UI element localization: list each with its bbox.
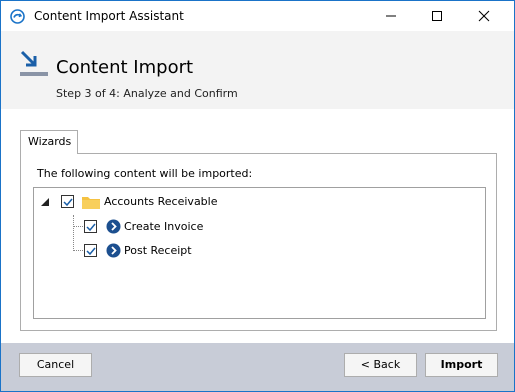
wizard-icon [106, 219, 121, 234]
content-tree[interactable]: Accounts Receivable Create Invoice Post … [33, 187, 486, 319]
tab-wizards-label: Wizards [28, 135, 72, 148]
close-button[interactable] [461, 1, 507, 31]
create-invoice-checkbox[interactable] [84, 220, 97, 233]
back-button[interactable]: < Back [344, 353, 417, 377]
tree-item-create-invoice[interactable]: Create Invoice [34, 216, 484, 236]
accounts-receivable-checkbox[interactable] [61, 195, 74, 208]
minimize-icon [386, 15, 396, 17]
step-indicator: Step 3 of 4: Analyze and Confirm [56, 87, 238, 100]
import-arrow-icon [18, 48, 50, 78]
wizard-icon [106, 243, 121, 258]
collapse-triangle-icon[interactable] [40, 196, 52, 208]
wizard-header: Content Import Step 3 of 4: Analyze and … [1, 31, 514, 109]
folder-icon [82, 195, 100, 209]
close-icon [478, 10, 490, 22]
import-button[interactable]: Import [425, 353, 498, 377]
dialog-window: Content Import Assistant Content Import … [0, 0, 515, 392]
maximize-icon [432, 11, 442, 21]
content-import-icon [10, 9, 25, 24]
content-description: The following content will be imported: [37, 167, 253, 180]
title-bar[interactable]: Content Import Assistant [1, 1, 514, 31]
button-bar: Cancel < Back Import [1, 343, 514, 391]
tree-item-post-receipt[interactable]: Post Receipt [34, 240, 484, 260]
cancel-button[interactable]: Cancel [19, 353, 92, 377]
tree-item-label: Accounts Receivable [104, 195, 218, 208]
tab-panel: The following content will be imported: [20, 153, 497, 331]
maximize-button[interactable] [414, 1, 460, 31]
tree-item-label: Create Invoice [124, 220, 204, 233]
window-title: Content Import Assistant [34, 9, 184, 23]
minimize-button[interactable] [368, 1, 414, 31]
tab-wizards[interactable]: Wizards [20, 130, 78, 154]
page-title: Content Import [56, 57, 194, 78]
post-receipt-checkbox[interactable] [84, 244, 97, 257]
tree-item-label: Post Receipt [124, 244, 192, 257]
tree-item-accounts-receivable[interactable]: Accounts Receivable [34, 192, 484, 212]
